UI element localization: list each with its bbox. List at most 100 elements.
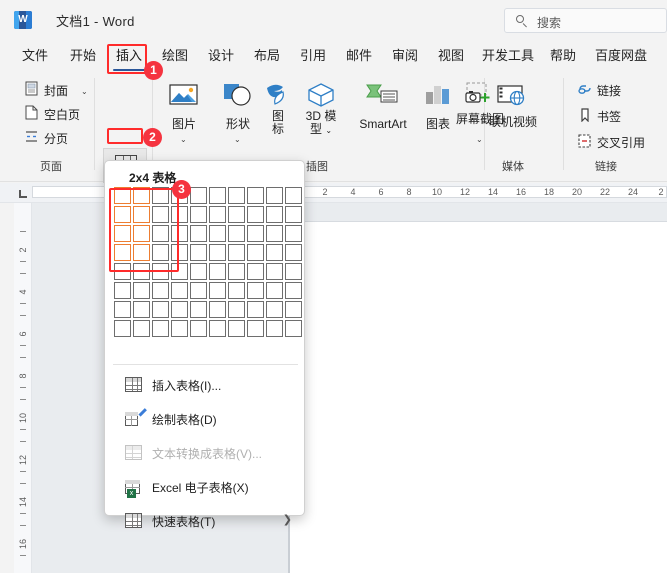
grid-cell-r7-c4[interactable] (171, 301, 188, 318)
grid-cell-r4-c10[interactable] (285, 244, 302, 261)
grid-cell-r8-c1[interactable] (114, 320, 131, 337)
tab-12[interactable]: 百度网盘 (591, 44, 651, 68)
grid-cell-r6-c8[interactable] (247, 282, 264, 299)
grid-cell-r8-c7[interactable] (228, 320, 245, 337)
grid-cell-r8-c9[interactable] (266, 320, 283, 337)
grid-cell-r5-c1[interactable] (114, 263, 131, 280)
horizontal-ruler[interactable] (0, 183, 667, 203)
grid-cell-r6-c10[interactable] (285, 282, 302, 299)
tab-8[interactable]: 审阅 (387, 44, 423, 68)
grid-cell-r4-c1[interactable] (114, 244, 131, 261)
grid-cell-r2-c9[interactable] (266, 206, 283, 223)
grid-cell-r5-c2[interactable] (133, 263, 150, 280)
tab-10[interactable]: 开发工具 (479, 44, 537, 68)
grid-cell-r1-c3[interactable] (152, 187, 169, 204)
grid-cell-r2-c3[interactable] (152, 206, 169, 223)
tab-stop-marker[interactable] (19, 190, 27, 198)
grid-cell-r2-c8[interactable] (247, 206, 264, 223)
tab-5[interactable]: 布局 (249, 44, 285, 68)
grid-cell-r7-c6[interactable] (209, 301, 226, 318)
grid-cell-r5-c8[interactable] (247, 263, 264, 280)
grid-cell-r5-c6[interactable] (209, 263, 226, 280)
grid-cell-r4-c4[interactable] (171, 244, 188, 261)
grid-cell-r6-c1[interactable] (114, 282, 131, 299)
grid-cell-r5-c4[interactable] (171, 263, 188, 280)
search-box[interactable]: 搜索 (504, 8, 667, 33)
grid-cell-r7-c7[interactable] (228, 301, 245, 318)
grid-cell-r5-c9[interactable] (266, 263, 283, 280)
tab-2[interactable]: 插入 (111, 44, 147, 71)
grid-cell-r7-c5[interactable] (190, 301, 207, 318)
grid-cell-r1-c1[interactable] (114, 187, 131, 204)
tab-4[interactable]: 设计 (203, 44, 239, 68)
grid-cell-r3-c1[interactable] (114, 225, 131, 242)
grid-cell-r5-c5[interactable] (190, 263, 207, 280)
menu-item-quick-tables[interactable]: 快速表格(T) ❯ (105, 505, 306, 537)
tab-9[interactable]: 视图 (433, 44, 469, 68)
tab-1[interactable]: 开始 (65, 44, 101, 68)
grid-cell-r6-c3[interactable] (152, 282, 169, 299)
grid-cell-r1-c2[interactable] (133, 187, 150, 204)
grid-cell-r3-c4[interactable] (171, 225, 188, 242)
grid-cell-r2-c4[interactable] (171, 206, 188, 223)
grid-cell-r8-c5[interactable] (190, 320, 207, 337)
grid-cell-r6-c4[interactable] (171, 282, 188, 299)
grid-cell-r3-c8[interactable] (247, 225, 264, 242)
grid-cell-r6-c5[interactable] (190, 282, 207, 299)
grid-cell-r2-c2[interactable] (133, 206, 150, 223)
grid-cell-r2-c10[interactable] (285, 206, 302, 223)
tab-3[interactable]: 绘图 (157, 44, 193, 68)
grid-cell-r8-c6[interactable] (209, 320, 226, 337)
grid-cell-r4-c3[interactable] (152, 244, 169, 261)
grid-cell-r6-c9[interactable] (266, 282, 283, 299)
menu-item-draw-table[interactable]: 绘制表格(D) (105, 403, 306, 435)
grid-cell-r4-c7[interactable] (228, 244, 245, 261)
grid-cell-r6-c7[interactable] (228, 282, 245, 299)
tab-0[interactable]: 文件 (18, 44, 52, 68)
grid-cell-r3-c10[interactable] (285, 225, 302, 242)
grid-cell-r1-c5[interactable] (190, 187, 207, 204)
grid-cell-r3-c5[interactable] (190, 225, 207, 242)
grid-cell-r5-c3[interactable] (152, 263, 169, 280)
grid-cell-r3-c9[interactable] (266, 225, 283, 242)
grid-cell-r7-c3[interactable] (152, 301, 169, 318)
grid-cell-r3-c7[interactable] (228, 225, 245, 242)
grid-cell-r5-c10[interactable] (285, 263, 302, 280)
grid-cell-r7-c2[interactable] (133, 301, 150, 318)
grid-cell-r2-c5[interactable] (190, 206, 207, 223)
grid-cell-r5-c7[interactable] (228, 263, 245, 280)
grid-cell-r7-c1[interactable] (114, 301, 131, 318)
menu-item-excel-spreadsheet[interactable]: x Excel 电子表格(X) (105, 471, 306, 503)
tab-6[interactable]: 引用 (295, 44, 331, 68)
grid-cell-r1-c6[interactable] (209, 187, 226, 204)
grid-cell-r8-c10[interactable] (285, 320, 302, 337)
grid-cell-r3-c2[interactable] (133, 225, 150, 242)
grid-cell-r4-c8[interactable] (247, 244, 264, 261)
vertical-ruler[interactable]: 2 4 6 8 10 12 14 16 (14, 203, 32, 573)
tab-11[interactable]: 帮助 (545, 44, 581, 68)
grid-cell-r8-c4[interactable] (171, 320, 188, 337)
grid-cell-r4-c6[interactable] (209, 244, 226, 261)
grid-cell-r6-c2[interactable] (133, 282, 150, 299)
grid-cell-r7-c8[interactable] (247, 301, 264, 318)
grid-cell-r8-c8[interactable] (247, 320, 264, 337)
tab-7[interactable]: 邮件 (341, 44, 377, 68)
grid-cell-r1-c9[interactable] (266, 187, 283, 204)
grid-cell-r3-c6[interactable] (209, 225, 226, 242)
grid-cell-r6-c6[interactable] (209, 282, 226, 299)
grid-cell-r1-c7[interactable] (228, 187, 245, 204)
grid-cell-r8-c3[interactable] (152, 320, 169, 337)
grid-cell-r2-c1[interactable] (114, 206, 131, 223)
grid-cell-r4-c9[interactable] (266, 244, 283, 261)
grid-cell-r7-c10[interactable] (285, 301, 302, 318)
grid-cell-r2-c6[interactable] (209, 206, 226, 223)
grid-cell-r4-c5[interactable] (190, 244, 207, 261)
grid-cell-r3-c3[interactable] (152, 225, 169, 242)
grid-cell-r8-c2[interactable] (133, 320, 150, 337)
grid-cell-r1-c8[interactable] (247, 187, 264, 204)
menu-item-insert-table[interactable]: 插入表格(I)... (105, 369, 306, 401)
grid-cell-r7-c9[interactable] (266, 301, 283, 318)
page-body[interactable] (290, 222, 667, 573)
grid-cell-r4-c2[interactable] (133, 244, 150, 261)
grid-cell-r2-c7[interactable] (228, 206, 245, 223)
